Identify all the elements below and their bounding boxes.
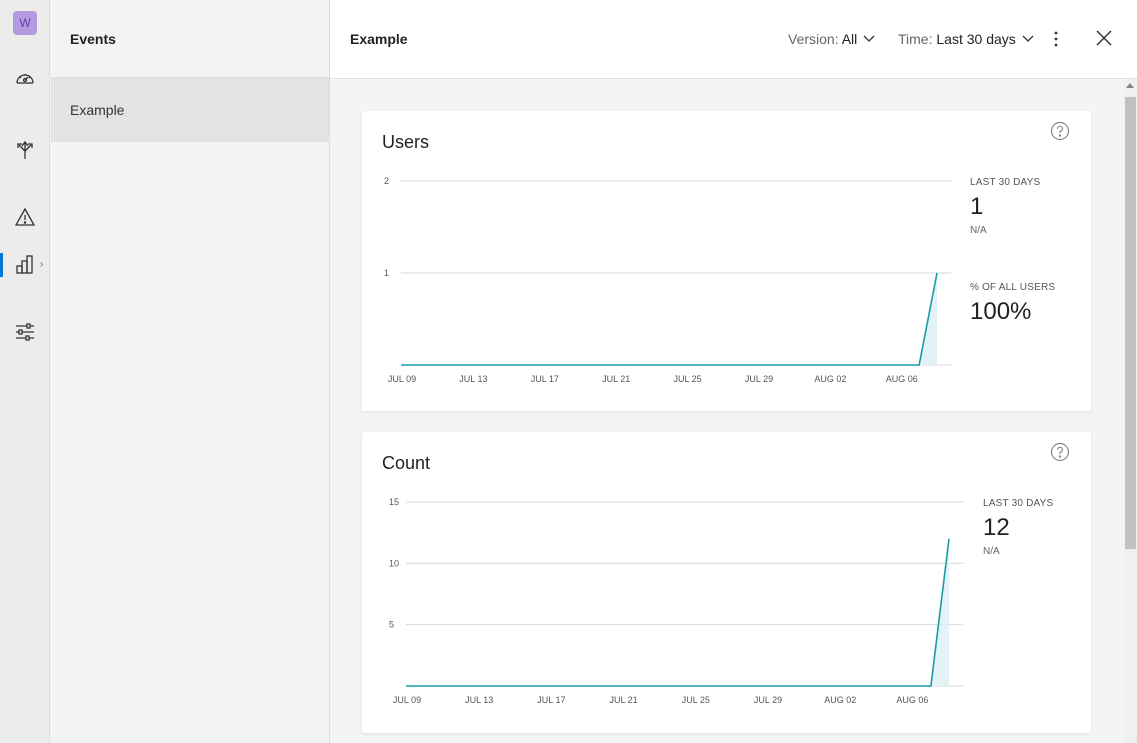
version-filter-label: Version:: [788, 31, 839, 47]
x-tick-label: JUL 25: [682, 695, 710, 705]
scroll-up-icon[interactable]: [1126, 83, 1134, 88]
y-tick-label: 10: [389, 558, 399, 568]
count-chart: 5 10 15 JUL 09 JUL 13 JUL 17 JUL 21 JUL 25 JUL 2…: [389, 497, 963, 705]
speedometer-icon[interactable]: [12, 66, 38, 92]
vertical-scrollbar[interactable]: [1124, 79, 1137, 743]
warning-triangle-icon[interactable]: [12, 204, 38, 230]
app-avatar-letter: W: [19, 16, 31, 30]
app-avatar[interactable]: W: [13, 11, 37, 35]
x-tick-label: JUL 13: [465, 695, 493, 705]
events-panel-title: Events: [51, 0, 329, 78]
icon-rail: W ›: [0, 0, 50, 743]
series-line: [401, 272, 938, 366]
stat-label: LAST 30 DAYS: [983, 498, 1054, 509]
branch-arrows-icon[interactable]: [12, 137, 38, 163]
x-tick-label: JUL 25: [674, 374, 702, 384]
close-icon: [1096, 30, 1112, 46]
close-button[interactable]: [1094, 28, 1114, 48]
top-bar: Example Version: All Time: Last 30 days: [330, 0, 1137, 79]
stat-value: 100%: [970, 298, 1032, 325]
x-tick-label: JUL 09: [393, 695, 421, 705]
stat-value: 1: [970, 193, 984, 220]
more-options-button[interactable]: [1048, 26, 1064, 52]
series-line: [406, 538, 950, 687]
users-chart: 1 2 JUL 09 JUL 13 JUL 17 JUL 21 JUL 25 JUL 29 AU…: [384, 176, 951, 384]
x-tick-label: AUG 02: [814, 374, 846, 384]
version-filter-value: All: [841, 31, 858, 47]
x-tick-label: JUL 09: [388, 374, 416, 384]
active-indicator: [0, 253, 3, 277]
x-tick-label: JUL 17: [537, 695, 565, 705]
x-tick-label: JUL 21: [610, 695, 638, 705]
x-tick-label: JUL 29: [754, 695, 782, 705]
users-percent-stat: % OF ALL USERS 100%: [970, 282, 1055, 326]
time-filter-label: Time:: [898, 31, 933, 47]
chevron-down-icon: [1022, 35, 1034, 42]
stat-subtext: N/A: [983, 546, 1000, 557]
y-tick-label: 2: [384, 176, 389, 186]
time-filter-value: Last 30 days: [936, 31, 1016, 47]
count-card: Count 5 10 15 JUL 09 JUL 13 JUL 17 JUL 21 JUL 2…: [362, 432, 1091, 733]
users-last-30-days-stat: LAST 30 DAYS 1 N/A: [970, 177, 1040, 236]
chevron-down-icon: [863, 35, 875, 42]
y-tick-label: 5: [389, 620, 394, 630]
count-last-30-days-stat: LAST 30 DAYS 12 N/A: [983, 498, 1053, 557]
x-tick-label: JUL 21: [602, 374, 630, 384]
y-tick-label: 15: [389, 497, 399, 507]
users-card: Users 1 2 JUL 09 JUL 13 JUL 17 JUL 21 JUL 25 JU…: [362, 111, 1091, 411]
stat-label: LAST 30 DAYS: [970, 177, 1041, 188]
x-tick-label: AUG 06: [896, 695, 928, 705]
version-filter-dropdown[interactable]: Version: All: [788, 31, 875, 47]
y-tick-label: 1: [384, 268, 389, 278]
x-tick-label: JUL 29: [745, 374, 773, 384]
stat-value: 12: [983, 514, 1010, 541]
time-filter-dropdown[interactable]: Time: Last 30 days: [898, 31, 1034, 47]
scrollbar-thumb[interactable]: [1125, 97, 1136, 549]
stat-label: % OF ALL USERS: [970, 282, 1056, 293]
x-tick-label: JUL 17: [531, 374, 559, 384]
more-vertical-icon: [1054, 31, 1058, 47]
events-panel: Events Example: [51, 0, 330, 743]
main-content: Example Version: All Time: Last 30 days …: [330, 0, 1137, 743]
stat-subtext: N/A: [970, 225, 987, 236]
event-list-item[interactable]: Example: [51, 78, 329, 142]
chevron-right-icon: ›: [40, 259, 44, 270]
x-tick-label: AUG 06: [886, 374, 918, 384]
event-list-item-label: Example: [70, 102, 125, 118]
x-tick-label: AUG 02: [824, 695, 856, 705]
page-title: Example: [350, 31, 408, 47]
x-tick-label: JUL 13: [459, 374, 487, 384]
sliders-icon[interactable]: [12, 319, 38, 345]
help-icon[interactable]: [1050, 121, 1070, 141]
bar-chart-icon[interactable]: [12, 251, 38, 277]
help-icon[interactable]: [1050, 442, 1070, 462]
